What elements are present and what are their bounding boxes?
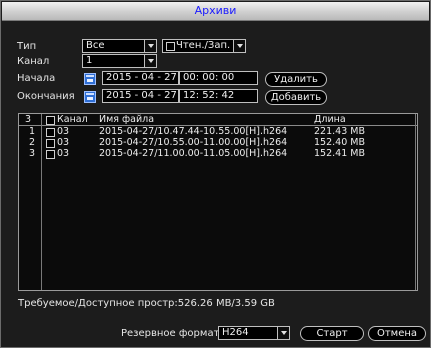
length-header: Длина: [314, 114, 346, 125]
start-label: Начала: [17, 73, 56, 84]
row-length: 152.41 MB: [314, 148, 365, 159]
mode-dropdown[interactable]: Чтен./Зап.: [162, 39, 246, 53]
filename-header: Имя файла: [99, 114, 155, 125]
row-channel: 03: [57, 137, 70, 148]
row-index: 2: [29, 137, 36, 148]
column-divider: [415, 114, 416, 290]
file-list[interactable]: 3 Канал Имя файла Длина 1 03 2015-04-27/…: [18, 113, 418, 291]
chevron-down-icon[interactable]: [277, 327, 289, 339]
chevron-down-icon[interactable]: [144, 40, 156, 52]
start-time-field[interactable]: 00: 00: 00: [179, 71, 258, 85]
title-bar: Архиви: [2, 2, 429, 21]
file-count: 3: [25, 114, 32, 125]
start-button[interactable]: Старт: [300, 326, 364, 341]
row-index: 3: [29, 148, 36, 159]
delete-button[interactable]: Удалить: [265, 72, 327, 87]
chevron-down-icon[interactable]: [144, 55, 156, 67]
calendar-icon[interactable]: [84, 91, 96, 103]
select-all-checkbox[interactable]: [46, 116, 55, 125]
end-label: Окончания: [17, 91, 75, 102]
column-divider: [41, 114, 42, 290]
row-channel: 03: [57, 148, 70, 159]
row-checkbox[interactable]: [46, 150, 55, 159]
row-filename: 2015-04-27/11.00.00-11.05.00[H].h264: [99, 148, 288, 159]
end-time-field[interactable]: 12: 52: 42: [179, 89, 258, 103]
add-button[interactable]: Добавить: [265, 90, 327, 105]
list-header: 3 Канал Имя файла Длина: [19, 114, 417, 126]
row-filename: 2015-04-27/10.55.00-11.00.00[H].h264: [99, 137, 288, 148]
format-dropdown[interactable]: H264: [218, 326, 290, 340]
type-value: Все: [86, 40, 105, 51]
format-value: H264: [222, 327, 249, 338]
type-dropdown[interactable]: Все: [82, 39, 157, 53]
checkbox-icon[interactable]: [166, 42, 175, 51]
channel-dropdown[interactable]: 1: [82, 54, 157, 68]
row-length: 152.40 MB: [314, 137, 365, 148]
chevron-down-icon[interactable]: [233, 40, 245, 52]
cancel-button[interactable]: Отмена: [368, 326, 426, 341]
mode-value: Чтен./Зап.: [176, 40, 231, 51]
format-label: Резервное формата: [121, 328, 226, 339]
row-checkbox[interactable]: [46, 128, 55, 137]
space-status: Требуемое/Доступное простр:526.26 MB/3.5…: [18, 298, 275, 309]
row-length: 221.43 MB: [314, 126, 365, 137]
channel-header: Канал: [57, 114, 88, 125]
end-date-field[interactable]: 2015 - 04 - 27: [102, 89, 179, 103]
channel-value: 1: [86, 55, 93, 66]
backup-window: Архиви Тип Все Чтен./Зап. Канал 1 Начала…: [0, 0, 431, 348]
channel-label: Канал: [17, 56, 50, 67]
row-channel: 03: [57, 126, 70, 137]
row-index: 1: [29, 126, 36, 137]
start-date-field[interactable]: 2015 - 04 - 27: [102, 71, 179, 85]
row-checkbox[interactable]: [46, 139, 55, 148]
type-label: Тип: [17, 41, 37, 52]
window-title: Архиви: [194, 4, 237, 17]
row-filename: 2015-04-27/10.47.44-10.55.00[H].h264: [99, 126, 288, 137]
calendar-icon[interactable]: [84, 73, 96, 85]
